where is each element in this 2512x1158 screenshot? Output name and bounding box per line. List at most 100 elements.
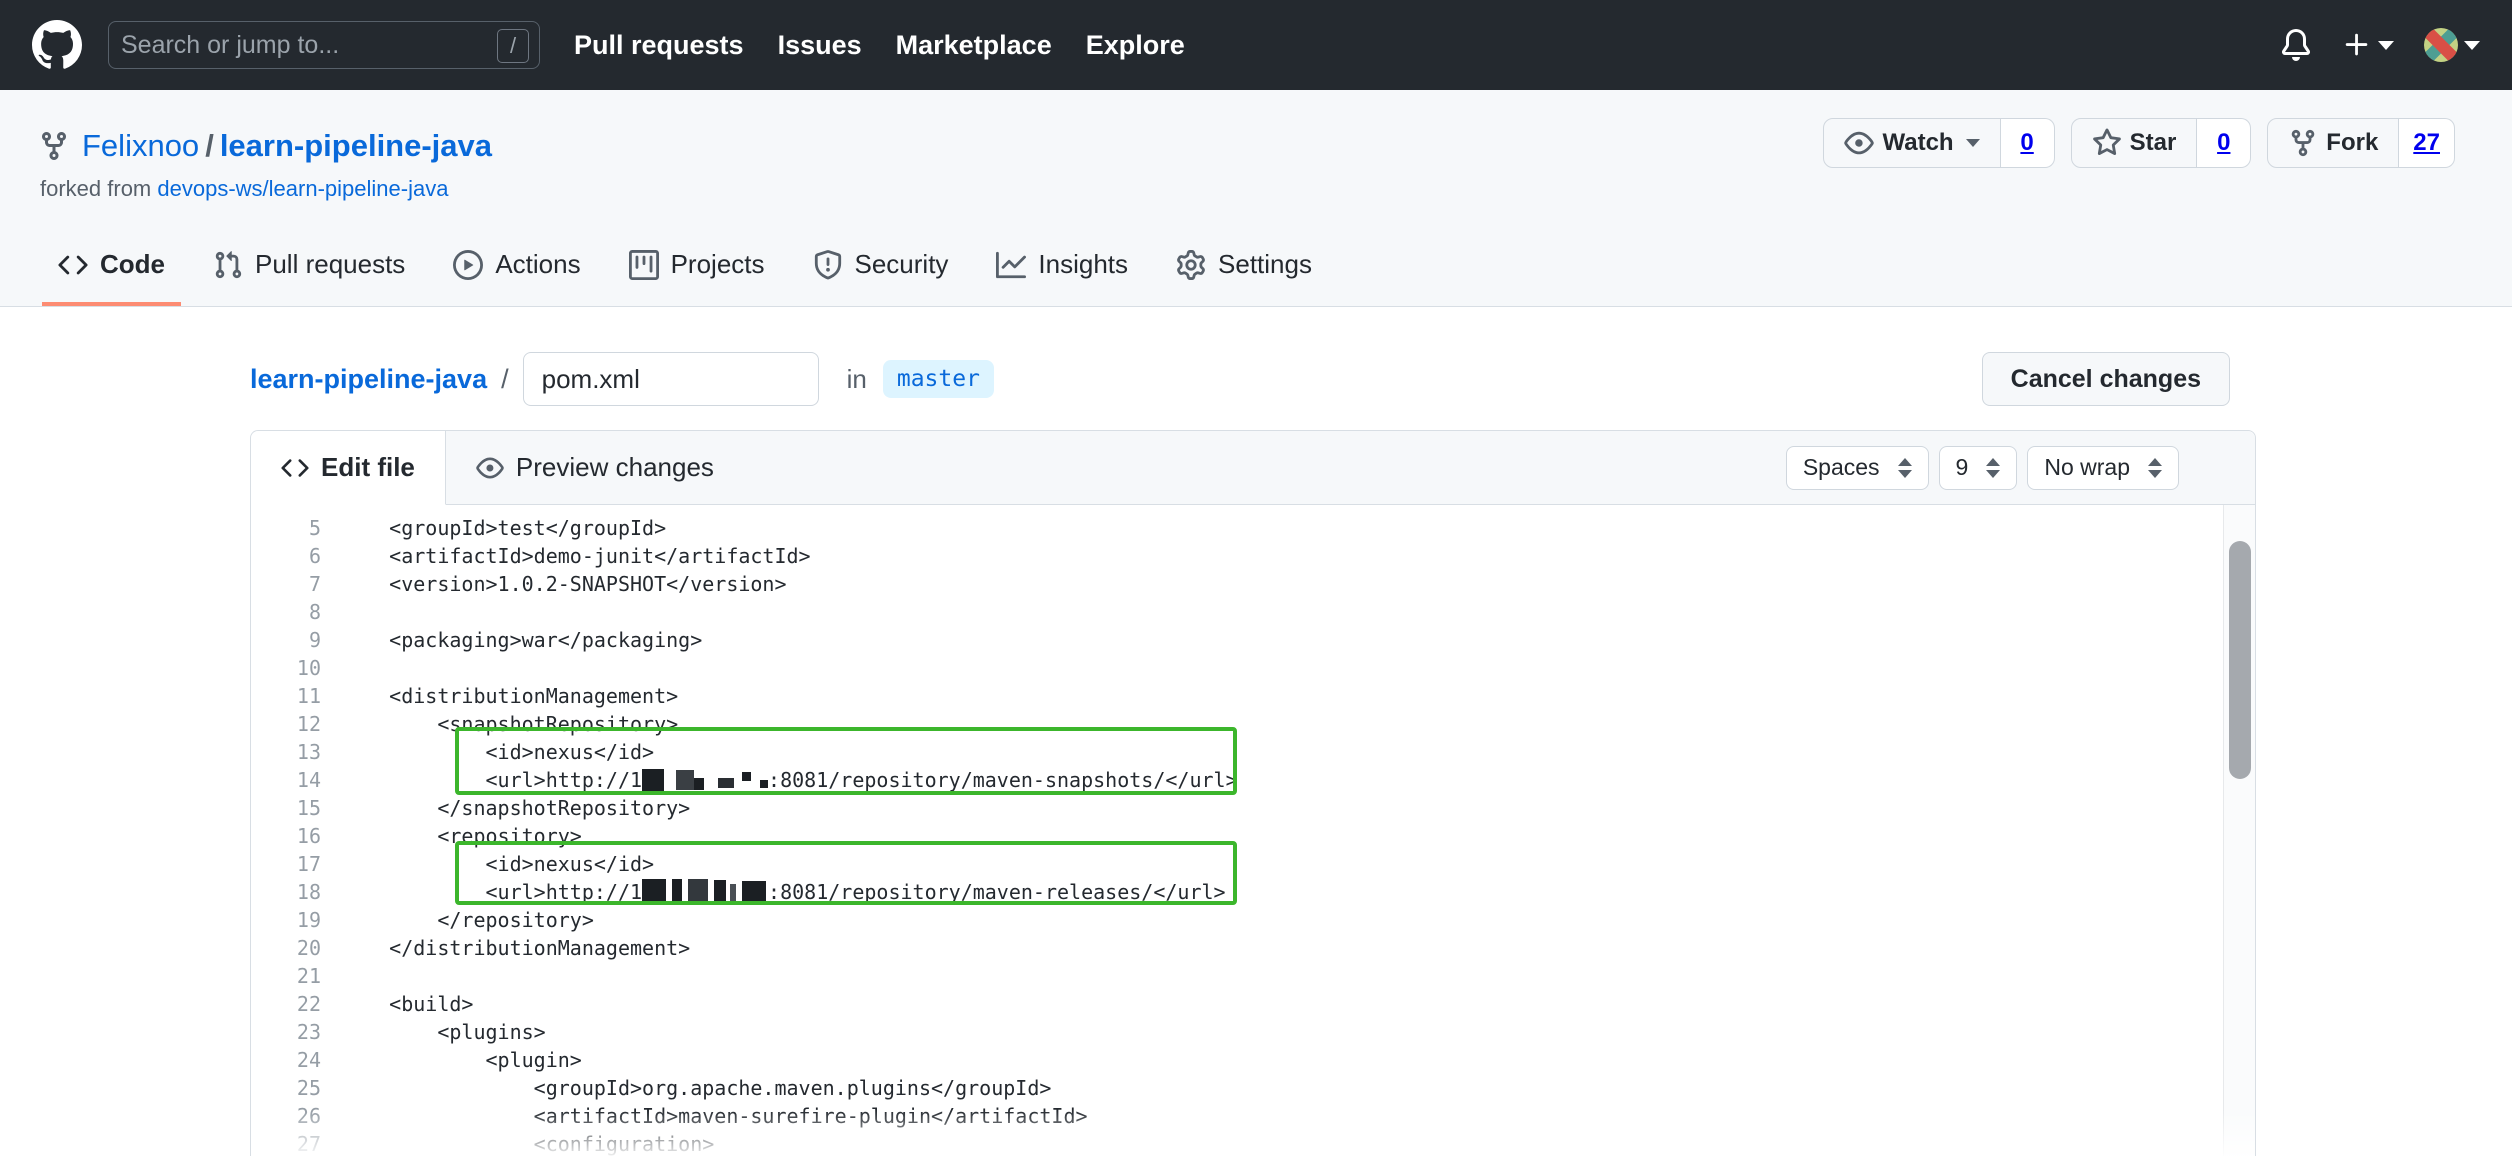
tab-security[interactable]: Security	[797, 229, 965, 306]
star-icon	[2092, 128, 2122, 158]
code-line[interactable]: 18 <url>http://1:8081/repository/maven-r…	[252, 878, 2222, 906]
code-line[interactable]: 22 <build>	[252, 990, 2222, 1018]
search-input[interactable]	[121, 31, 451, 60]
code-line[interactable]: 21	[252, 962, 2222, 990]
code-lines[interactable]: 5 <groupId>test</groupId>6 <artifactId>d…	[252, 506, 2222, 1158]
code-line[interactable]: 11 <distributionManagement>	[252, 682, 2222, 710]
tab-settings[interactable]: Settings	[1160, 229, 1328, 306]
nav-marketplace[interactable]: Marketplace	[896, 30, 1052, 61]
indent-size-select[interactable]: 9	[1939, 446, 2018, 490]
create-new-dropdown[interactable]	[2342, 30, 2394, 60]
forked-from-link[interactable]: devops-ws/learn-pipeline-java	[157, 176, 448, 201]
code-line[interactable]: 20 </distributionManagement>	[252, 934, 2222, 962]
fork-button[interactable]: Fork	[2267, 118, 2399, 168]
github-logo-icon[interactable]	[32, 20, 82, 70]
code-line[interactable]: 25 <groupId>org.apache.maven.plugins</gr…	[252, 1074, 2222, 1102]
line-number: 19	[252, 906, 321, 934]
nav-issues[interactable]: Issues	[778, 30, 862, 61]
code-text: <url>http://1:8081/repository/maven-rele…	[341, 878, 1226, 906]
eye-icon	[1844, 128, 1874, 158]
wrap-mode-value: No wrap	[2044, 454, 2130, 481]
code-line[interactable]: 6 <artifactId>demo-junit</artifactId>	[252, 542, 2222, 570]
editor-scrollbar-thumb[interactable]	[2229, 541, 2251, 779]
tab-pull-requests[interactable]: Pull requests	[197, 229, 421, 306]
tab-security-label: Security	[855, 249, 949, 280]
line-number: 25	[252, 1074, 321, 1102]
code-line[interactable]: 26 <artifactId>maven-surefire-plugin</ar…	[252, 1102, 2222, 1130]
code-line[interactable]: 15 </snapshotRepository>	[252, 794, 2222, 822]
star-button[interactable]: Star	[2071, 118, 2198, 168]
page-title: Felixnoo/learn-pipeline-java	[82, 128, 492, 164]
code-line[interactable]: 10	[252, 654, 2222, 682]
code-line[interactable]: 23 <plugins>	[252, 1018, 2222, 1046]
code-text: <url>http://1:8081/repository/maven-snap…	[341, 766, 1238, 794]
code-line[interactable]: 24 <plugin>	[252, 1046, 2222, 1074]
code-line[interactable]: 5 <groupId>test</groupId>	[252, 514, 2222, 542]
star-label: Star	[2130, 129, 2177, 157]
code-line[interactable]: 14 <url>http://1:8081/repository/maven-s…	[252, 766, 2222, 794]
line-number: 6	[252, 542, 321, 570]
code-line[interactable]: 27 <configuration>	[252, 1130, 2222, 1158]
star-button-group: Star 0	[2071, 118, 2252, 168]
code-text: <groupId>org.apache.maven.plugins</group…	[341, 1074, 1051, 1102]
line-number: 17	[252, 850, 321, 878]
repo-owner-link[interactable]: Felixnoo	[82, 128, 199, 163]
select-caret-icon	[1898, 458, 1912, 478]
code-line[interactable]: 16 <repository>	[252, 822, 2222, 850]
line-number: 5	[252, 514, 321, 542]
code-text: <repository>	[341, 822, 582, 850]
tab-code-label: Code	[100, 249, 165, 280]
header-nav: Pull requests Issues Marketplace Explore	[574, 30, 1185, 61]
indent-mode-value: Spaces	[1803, 454, 1880, 481]
editor-scrollbar-track[interactable]	[2223, 505, 2255, 1156]
tab-actions[interactable]: Actions	[437, 229, 596, 306]
nav-explore[interactable]: Explore	[1086, 30, 1185, 61]
line-number: 24	[252, 1046, 321, 1074]
nav-pull-requests[interactable]: Pull requests	[574, 30, 744, 61]
tab-settings-label: Settings	[1218, 249, 1312, 280]
line-number: 8	[252, 598, 321, 626]
fork-count[interactable]: 27	[2399, 118, 2455, 168]
cancel-changes-button[interactable]: Cancel changes	[1982, 352, 2230, 406]
breadcrumb-repo-link[interactable]: learn-pipeline-java	[250, 364, 487, 395]
watch-count[interactable]: 0	[2001, 118, 2055, 168]
watch-button[interactable]: Watch	[1823, 118, 2000, 168]
tab-edit-file-label: Edit file	[321, 452, 415, 483]
filename-input[interactable]	[523, 352, 819, 406]
tab-edit-file[interactable]: Edit file	[251, 431, 446, 505]
code-line[interactable]: 13 <id>nexus</id>	[252, 738, 2222, 766]
forked-from-label: forked from	[40, 176, 151, 201]
code-text: <distributionManagement>	[341, 682, 678, 710]
line-number: 21	[252, 962, 321, 990]
code-line[interactable]: 9 <packaging>war</packaging>	[252, 626, 2222, 654]
code-text: <plugins>	[341, 1018, 546, 1046]
code-line[interactable]: 7 <version>1.0.2-SNAPSHOT</version>	[252, 570, 2222, 598]
repo-tabs: Code Pull requests Actions Projects Secu…	[42, 229, 1328, 306]
indent-mode-select[interactable]: Spaces	[1786, 446, 1929, 490]
redacted-ip	[642, 878, 768, 906]
notifications-bell-icon[interactable]	[2280, 29, 2312, 61]
repo-name-link[interactable]: learn-pipeline-java	[220, 128, 492, 163]
global-search[interactable]: /	[108, 21, 540, 69]
code-line[interactable]: 17 <id>nexus</id>	[252, 850, 2222, 878]
code-text: </snapshotRepository>	[341, 794, 690, 822]
user-menu[interactable]	[2424, 28, 2480, 62]
star-count[interactable]: 0	[2197, 118, 2251, 168]
fork-button-group: Fork 27	[2267, 118, 2455, 168]
tab-preview-changes[interactable]: Preview changes	[446, 431, 744, 504]
code-text: <configuration>	[341, 1130, 714, 1158]
tab-projects[interactable]: Projects	[613, 229, 781, 306]
select-caret-icon	[2148, 458, 2162, 478]
forked-from: forked from devops-ws/learn-pipeline-jav…	[40, 176, 448, 202]
repo-title-separator: /	[199, 128, 220, 163]
line-number: 18	[252, 878, 321, 906]
tab-insights[interactable]: Insights	[980, 229, 1144, 306]
code-line[interactable]: 19 </repository>	[252, 906, 2222, 934]
chevron-down-icon	[2378, 41, 2394, 50]
code-line[interactable]: 8	[252, 598, 2222, 626]
code-line[interactable]: 12 <snapshotRepository>	[252, 710, 2222, 738]
tab-code[interactable]: Code	[42, 229, 181, 306]
code-text: <id>nexus</id>	[341, 850, 654, 878]
code-icon	[281, 454, 309, 482]
wrap-mode-select[interactable]: No wrap	[2027, 446, 2179, 490]
